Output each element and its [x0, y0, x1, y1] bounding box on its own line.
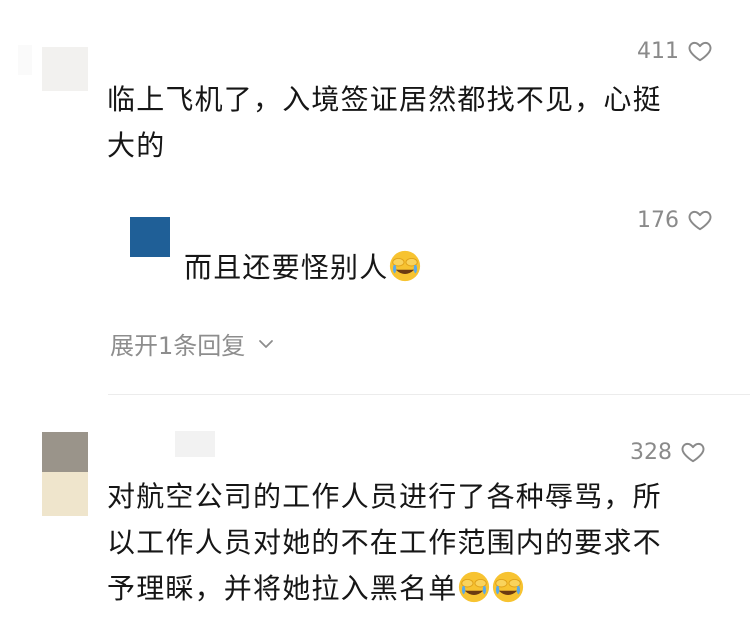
comment-line: 予理睬，并将她拉入黑名单 — [107, 572, 458, 605]
face-with-tears-covering-eyes-emoji — [459, 571, 490, 603]
comment-line: 临上飞机了，入境签证居然都找不见，心挺 — [107, 83, 662, 116]
reply-avatar[interactable] — [130, 217, 170, 257]
reply-text-content: 而且还要怪别人 — [184, 251, 389, 284]
heart-outline-icon[interactable] — [687, 207, 713, 233]
like-count: 176 — [637, 207, 679, 233]
like-count: 411 — [637, 38, 679, 64]
expand-replies-label: 展开1条回复 — [110, 332, 246, 360]
like-count: 328 — [630, 439, 672, 465]
like-control[interactable]: 411 — [637, 36, 713, 66]
comment-line: 以工作人员对她的不在工作范围内的要求不 — [107, 526, 662, 559]
username-redacted[interactable] — [175, 431, 215, 457]
avatar[interactable] — [42, 432, 88, 472]
expand-replies-button[interactable]: 展开1条回复 — [110, 326, 275, 361]
like-control[interactable]: 176 — [637, 205, 713, 235]
redaction-mark — [18, 45, 32, 75]
heart-outline-icon[interactable] — [687, 38, 713, 64]
face-with-tears-covering-eyes-emoji — [390, 250, 421, 282]
like-control[interactable]: 328 — [630, 437, 706, 467]
comment-text: 临上飞机了，入境签证居然都找不见，心挺 大的 — [107, 77, 662, 169]
comment-line: 大的 — [107, 129, 166, 162]
face-with-tears-covering-eyes-emoji — [493, 571, 524, 603]
chevron-down-icon — [259, 339, 274, 348]
comment-line-last: 予理睬，并将她拉入黑名单 — [107, 566, 662, 612]
divider — [108, 394, 750, 395]
reply-text: 而且还要怪别人 — [184, 245, 422, 291]
avatar-lower[interactable] — [42, 472, 88, 516]
heart-outline-icon[interactable] — [680, 439, 706, 465]
avatar[interactable] — [42, 47, 88, 91]
comment-line: 对航空公司的工作人员进行了各种辱骂，所 — [107, 480, 662, 513]
comment-text: 对航空公司的工作人员进行了各种辱骂，所 以工作人员对她的不在工作范围内的要求不 … — [107, 474, 662, 612]
